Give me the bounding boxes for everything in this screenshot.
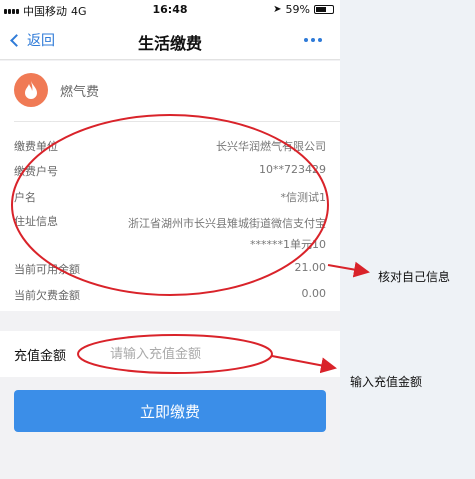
annotation-enter-amount: 输入充值金额 [350, 375, 423, 389]
detail-label: 当前欠费金额 [14, 289, 80, 302]
provider-row: 燃气费 [14, 73, 99, 107]
card-divider [14, 121, 340, 122]
phone-screen: 中国移动 4G 16:48 ➤ 59% 返回 生活缴费 燃气费 缴费单位 长兴华… [0, 0, 340, 479]
detail-value: 长兴华润燃气有限公司 [216, 140, 326, 153]
battery-icon [314, 5, 334, 14]
detail-value: 10**723429 [259, 163, 326, 176]
annotation-verify-info: 核对自己信息 [378, 270, 451, 284]
recharge-amount-input[interactable] [110, 341, 270, 367]
annotation-gutter [340, 0, 475, 479]
detail-label: 户名 [14, 191, 36, 204]
provider-name: 燃气费 [60, 84, 100, 100]
battery-percent: 59% [285, 3, 310, 16]
more-icon[interactable] [304, 38, 322, 42]
page-title: 生活缴费 [137, 34, 202, 53]
recharge-row: 充值金额 [0, 331, 340, 377]
bill-info-card: 燃气费 缴费单位 长兴华润燃气有限公司 缴费户号 10**723429 户名 *… [0, 61, 340, 311]
nav-bar: 返回 生活缴费 [0, 20, 340, 60]
pay-now-button[interactable]: 立即缴费 [14, 390, 326, 432]
flame-icon [14, 73, 48, 107]
location-icon: ➤ [273, 4, 282, 15]
detail-label: 当前可用余额 [14, 263, 80, 276]
status-bar: 中国移动 4G 16:48 ➤ 59% [0, 0, 340, 20]
status-right: ➤ 59% [273, 3, 334, 16]
detail-label: 缴费单位 [14, 140, 58, 153]
detail-value: 21.00 [294, 261, 327, 274]
detail-label: 住址信息 [14, 215, 58, 228]
detail-value: 0.00 [301, 287, 327, 300]
detail-value: 浙江省湖州市长兴县雉城街道微信支付宝******1单元10 [128, 217, 326, 251]
detail-label: 缴费户号 [14, 165, 58, 178]
recharge-label: 充值金额 [14, 349, 67, 364]
detail-value: *信测试1 [280, 191, 327, 204]
